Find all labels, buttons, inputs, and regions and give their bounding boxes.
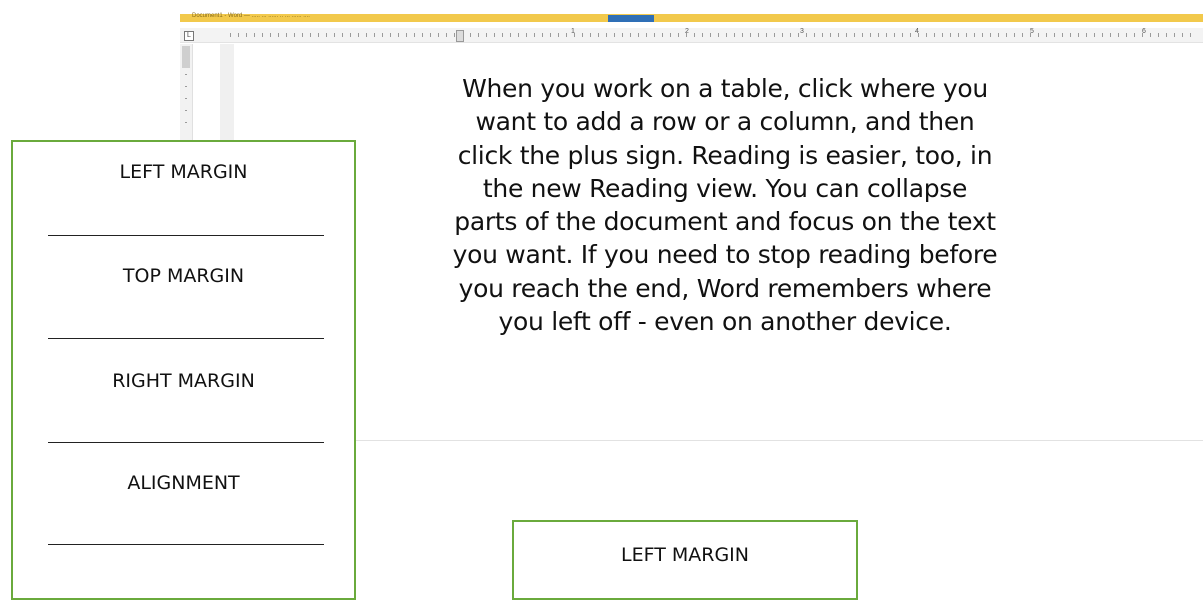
answer-line (48, 235, 324, 236)
answer-line (48, 544, 324, 545)
ruler-number: 2 (685, 28, 689, 35)
field-label-alignment: ALIGNMENT (127, 472, 240, 494)
ruler-number: 6 (1142, 28, 1146, 35)
document-body-text[interactable]: When you work on a table, click where yo… (450, 72, 1000, 338)
title-bar-tab[interactable] (608, 15, 654, 22)
vertical-ruler[interactable] (180, 44, 193, 140)
indent-marker[interactable] (456, 30, 464, 42)
answer-line (48, 338, 324, 339)
margin-answer-box: LEFT MARGIN TOP MARGIN RIGHT MARGIN ALIG… (11, 140, 356, 600)
field-label-right-margin: RIGHT MARGIN (112, 370, 255, 392)
horizontal-ruler[interactable]: L 1 2 3 4 5 6 (180, 28, 1203, 43)
ruler-number: 5 (1030, 28, 1034, 35)
ruler-number: 1 (571, 28, 575, 35)
vertical-ruler-margin[interactable] (182, 46, 190, 68)
margin-answer-box-2: LEFT MARGIN (512, 520, 858, 600)
tab-selector-icon[interactable]: L (184, 31, 194, 41)
vertical-ruler-ticks (185, 74, 187, 134)
answer-line (48, 442, 324, 443)
ruler-ticks (230, 33, 1198, 37)
ruler-number: 4 (915, 28, 919, 35)
title-bar: Document1 - Word — ..... ... ...... .. .… (180, 13, 1203, 22)
field-label-top-margin: TOP MARGIN (122, 265, 245, 287)
field-label-left-margin: LEFT MARGIN (621, 544, 749, 566)
ruler-number: 3 (800, 28, 804, 35)
title-bar-text: Document1 - Word — ..... ... ...... .. .… (192, 13, 310, 19)
field-label-left-margin: LEFT MARGIN (119, 161, 248, 183)
